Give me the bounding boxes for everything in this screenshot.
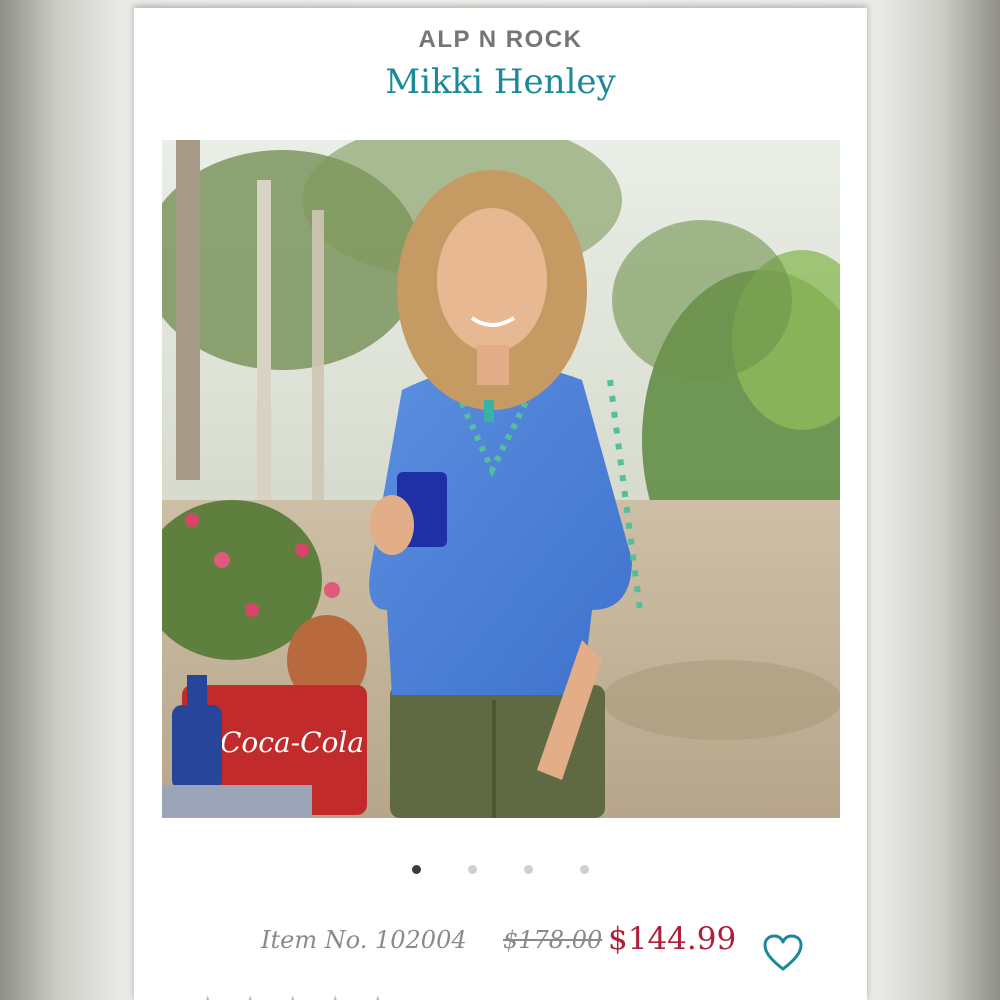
- sale-price: $144.99: [608, 921, 737, 957]
- carousel-dot-2[interactable]: [468, 865, 477, 874]
- product-card: ALP N ROCK Mikki Henley Coca-Cola Item N…: [134, 8, 867, 1000]
- wishlist-heart-icon[interactable]: [762, 933, 804, 973]
- brand-name[interactable]: ALP N ROCK: [134, 26, 867, 54]
- rating-stars[interactable]: ★ ★ ★ ★ ★: [196, 990, 395, 1000]
- carousel-dot-3[interactable]: [524, 865, 533, 874]
- coca-cola-sign: Coca-Cola: [220, 726, 364, 759]
- item-number: Item No. 102004: [261, 926, 467, 954]
- carousel-dot-4[interactable]: [580, 865, 589, 874]
- original-price: $178.00: [503, 926, 603, 954]
- carousel-dots: [134, 865, 867, 877]
- product-title: Mikki Henley: [385, 62, 616, 102]
- carousel-dot-1[interactable]: [412, 865, 421, 874]
- product-image[interactable]: Coca-Cola: [162, 140, 840, 818]
